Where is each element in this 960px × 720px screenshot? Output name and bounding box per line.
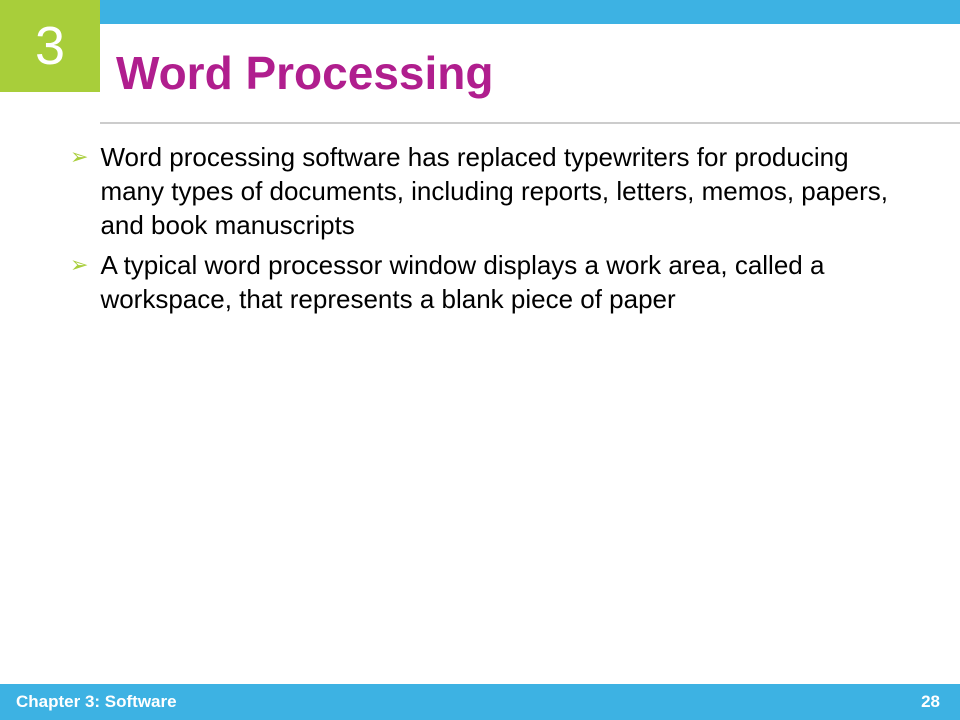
chapter-number: 3 (35, 15, 65, 77)
chapter-badge: 3 (0, 0, 100, 92)
bullet-arrow-icon: ➢ (70, 140, 88, 174)
title-container: Word Processing (100, 24, 960, 124)
bullet-text: Word processing software has replaced ty… (100, 140, 906, 242)
slide-title: Word Processing (116, 46, 493, 100)
bullet-arrow-icon: ➢ (70, 248, 88, 282)
bullet-item: ➢ Word processing software has replaced … (70, 140, 906, 242)
footer-chapter-label: Chapter 3: Software (16, 692, 177, 712)
bullet-text: A typical word processor window displays… (100, 248, 906, 316)
bullet-item: ➢ A typical word processor window displa… (70, 248, 906, 316)
page-number: 28 (921, 692, 940, 712)
footer-bar: Chapter 3: Software 28 (0, 684, 960, 720)
content-body: ➢ Word processing software has replaced … (70, 140, 906, 322)
header-accent-bar (100, 0, 960, 24)
